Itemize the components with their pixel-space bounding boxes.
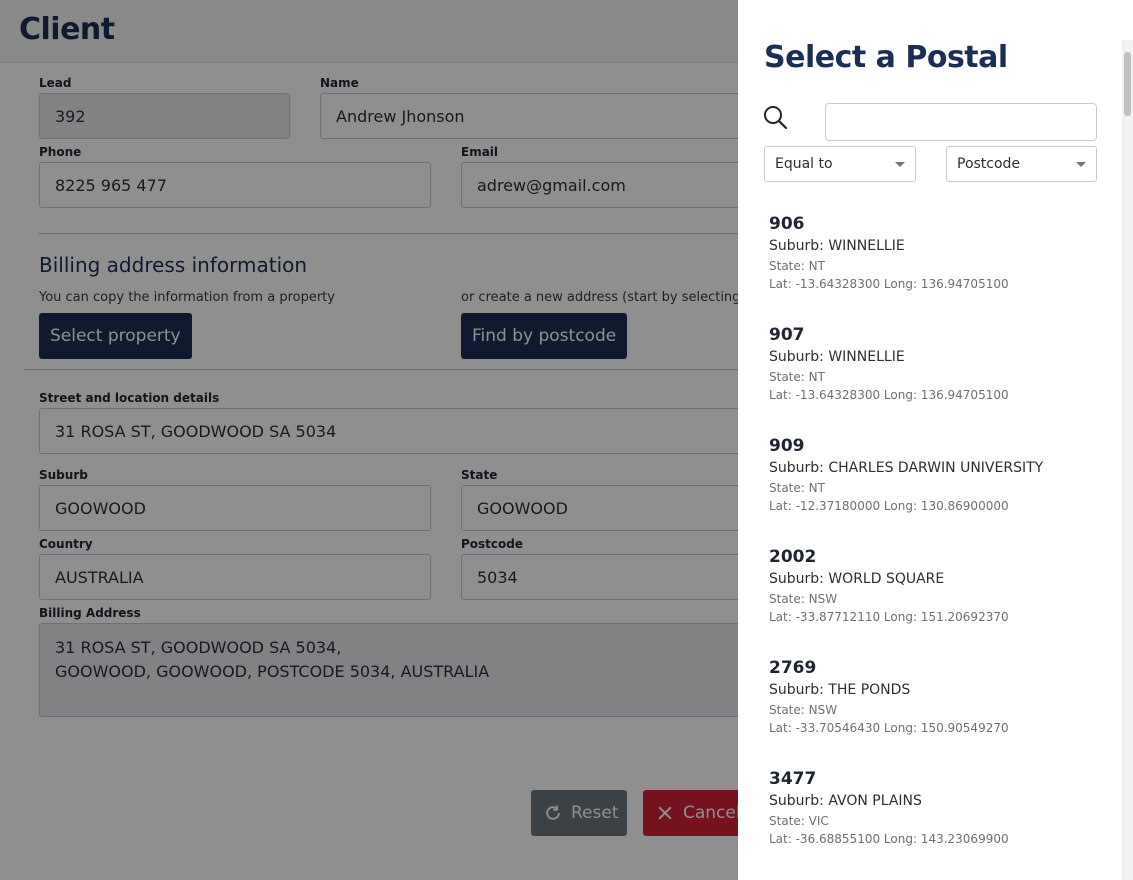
- postal-suburb: Suburb: WINNELLIE: [769, 349, 905, 365]
- postal-suburb: Suburb: WORLD SQUARE: [769, 571, 945, 587]
- postal-state: State: NT: [769, 481, 825, 495]
- postal-result-item[interactable]: 909 Suburb: CHARLES DARWIN UNIVERSITY Stat…: [769, 436, 1109, 547]
- operator-select[interactable]: Equal to: [764, 146, 916, 182]
- postal-state: State: NT: [769, 259, 825, 273]
- chevron-down-icon: [895, 162, 905, 167]
- postal-coordinates: Lat: -13.64328300 Long: 136.94705100: [769, 388, 1009, 402]
- field-select[interactable]: Postcode: [946, 146, 1097, 182]
- postal-code: 2002: [769, 547, 817, 567]
- search-input[interactable]: [825, 103, 1097, 141]
- postal-result-item[interactable]: 2002 Suburb: WORLD SQUARE State: NSW Lat: -…: [769, 547, 1109, 658]
- postal-suburb: Suburb: CHARLES DARWIN UNIVERSITY: [769, 460, 1044, 476]
- postal-code: 909: [769, 436, 805, 456]
- operator-select-value: Equal to: [775, 156, 833, 172]
- postal-suburb: Suburb: AVON PLAINS: [769, 793, 922, 809]
- postal-result-item[interactable]: 3477 Suburb: AVON PLAINS State: VIC Lat: -3…: [769, 769, 1109, 880]
- drawer-title: Select a Postal: [764, 40, 1008, 75]
- postal-result-item[interactable]: 2769 Suburb: THE PONDS State: NSW Lat: -33.…: [769, 658, 1109, 769]
- field-select-value: Postcode: [957, 156, 1021, 172]
- postal-suburb: Suburb: WINNELLIE: [769, 238, 905, 254]
- postal-state: State: NT: [769, 370, 825, 384]
- postal-code: 2769: [769, 658, 817, 678]
- postal-code: 906: [769, 214, 805, 234]
- postal-result-item[interactable]: 906 Suburb: WINNELLIE State: NT Lat: -13.64…: [769, 214, 1109, 325]
- postal-coordinates: Lat: -12.37180000 Long: 130.86900000: [769, 499, 1009, 513]
- postal-coordinates: Lat: -33.87712110 Long: 151.20692370: [769, 610, 1009, 624]
- postal-state: State: NSW: [769, 703, 838, 717]
- postal-code: 3477: [769, 769, 817, 789]
- postal-state: State: VIC: [769, 814, 829, 828]
- postal-state: State: NSW: [769, 592, 838, 606]
- select-postal-drawer: Select a Postal Equal to Postcode 906 Sub…: [738, 0, 1133, 880]
- postal-coordinates: Lat: -13.64328300 Long: 136.94705100: [769, 277, 1009, 291]
- scrollbar-thumb[interactable]: [1124, 52, 1131, 116]
- postal-code: 907: [769, 325, 805, 345]
- postal-coordinates: Lat: -33.70546430 Long: 150.90549270: [769, 721, 1009, 735]
- postal-suburb: Suburb: THE PONDS: [769, 682, 911, 698]
- postal-result-item[interactable]: 907 Suburb: WINNELLIE State: NT Lat: -13.64…: [769, 325, 1109, 436]
- postal-results-list: 906 Suburb: WINNELLIE State: NT Lat: -13.64…: [769, 214, 1109, 880]
- drawer-scrollbar[interactable]: [1122, 40, 1133, 880]
- search-icon: [764, 106, 788, 130]
- postal-coordinates: Lat: -36.68855100 Long: 143.23069900: [769, 832, 1009, 846]
- chevron-down-icon: [1076, 162, 1086, 167]
